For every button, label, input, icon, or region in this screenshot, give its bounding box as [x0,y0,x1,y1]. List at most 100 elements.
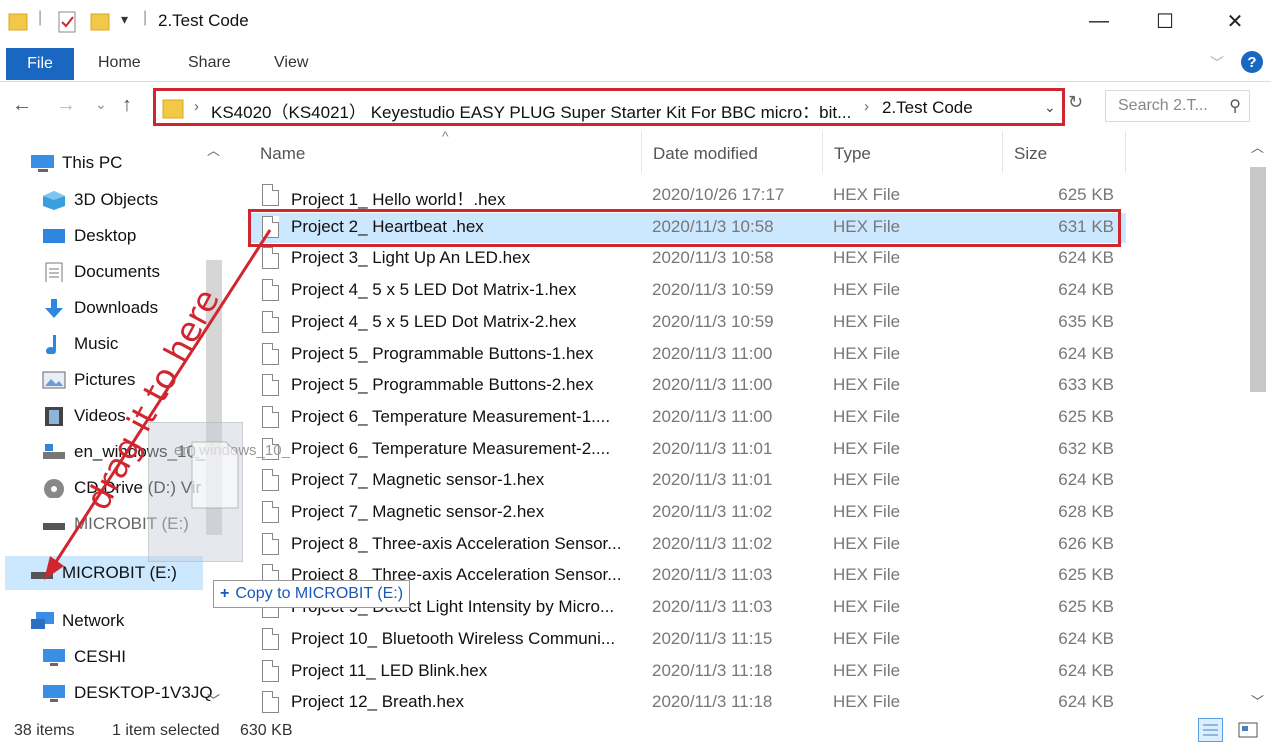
file-list-scroll-thumb[interactable] [1250,167,1266,392]
help-icon[interactable]: ? [1241,51,1263,73]
file-row[interactable]: Project 5_ Programmable Buttons-2.hex 202… [248,371,1126,401]
file-row[interactable]: Project 1_ Hello world！.hex 2020/10/26 17… [248,181,1126,211]
chevron-down-icon[interactable]: ﹀ [1210,53,1224,73]
minimize-button[interactable]: — [1076,6,1122,36]
tab-file[interactable]: File [6,48,74,80]
file-date: 2020/10/26 17:17 [652,185,785,204]
search-input[interactable]: Search 2.T... ⚲ [1105,90,1250,122]
sidebar-item-ceshi[interactable]: CESHI [42,642,126,672]
column-header-type[interactable]: Type [834,144,871,164]
file-name: Project 4_ 5 x 5 LED Dot Matrix-2.hex [291,312,577,331]
file-row[interactable]: Project 4_ 5 x 5 LED Dot Matrix-1.hex 202… [248,276,1126,306]
sidebar-item-microbit-target[interactable]: MICROBIT (E:) [30,558,177,588]
tiles-view-icon [1238,722,1258,738]
documents-icon [45,262,63,282]
file-type: HEX File [833,407,901,426]
file-icon [262,469,279,491]
file-row[interactable]: Project 5_ Programmable Buttons-1.hex 202… [248,340,1126,370]
file-date: 2020/11/3 11:02 [652,502,773,521]
file-type: HEX File [833,280,901,299]
sidebar-item-desktop-1v3jq[interactable]: DESKTOP-1V3JQ [42,678,213,708]
column-header-name[interactable]: Name [260,144,305,164]
file-row[interactable]: Project 11_ LED Blink.hex 2020/11/3 11:18… [248,657,1126,687]
file-size: 633 KB [1058,375,1114,394]
file-date: 2020/11/3 11:03 [652,565,773,584]
sidebar-item-downloads[interactable]: Downloads [42,293,158,323]
new-folder-icon[interactable] [90,10,110,32]
file-type: HEX File [833,629,901,648]
breadcrumb-item[interactable]: KS4020（KS4021） Keyestudio EASY PLUG Supe… [211,98,851,123]
maximize-button[interactable]: ☐ [1142,6,1188,36]
drag-file-icon [191,441,239,509]
address-bar[interactable]: › KS4020（KS4021） Keyestudio EASY PLUG Su… [153,88,1065,126]
file-type: HEX File [833,248,901,267]
file-date: 2020/11/3 11:18 [652,661,773,680]
forward-button[interactable]: → [56,94,76,117]
breadcrumb-item[interactable]: 2.Test Code [882,98,973,118]
tab-home[interactable]: Home [98,54,141,72]
file-type: HEX File [833,597,901,616]
status-bar: 38 items 1 item selected 630 KB [0,716,1271,745]
sidebar-item-label: Music [74,334,119,353]
quick-access-dropdown-icon[interactable]: ▾ [121,11,128,28]
videos-icon [45,407,63,426]
chevron-up-icon[interactable]: ︿ [1251,137,1264,156]
file-icon [262,374,279,396]
file-type: HEX File [833,565,901,584]
file-row[interactable]: Project 6_ Temperature Measurement-1....… [248,403,1126,433]
sidebar-item-music[interactable]: Music [42,329,118,359]
file-date: 2020/11/3 11:03 [652,597,773,616]
file-row[interactable]: Project 4_ 5 x 5 LED Dot Matrix-2.hex 202… [248,308,1126,338]
details-view-button[interactable] [1198,718,1223,742]
file-row[interactable]: Project 10_ Bluetooth Wireless Communi..… [248,625,1126,655]
file-row[interactable]: Project 8_ Three-axis Acceleration Senso… [248,530,1126,560]
file-row[interactable]: Project 6_ Temperature Measurement-2....… [248,435,1126,465]
sidebar-item-label: 3D Objects [74,190,159,209]
file-size: 624 KB [1058,692,1114,711]
chevron-down-icon[interactable]: ﹀ [207,690,220,709]
file-row[interactable]: Project 3_ Light Up An LED.hex 2020/11/3 … [248,244,1126,274]
tab-view[interactable]: View [274,54,308,72]
sidebar-item-documents[interactable]: Documents [42,257,160,287]
file-row[interactable]: Project 12_ Breath.hex 2020/11/3 11:18 HEX… [248,688,1126,718]
chevron-up-icon[interactable]: ︿ [207,140,220,159]
sidebar-item-label: Documents [74,262,160,281]
ribbon-tabs: File Home Share View [0,44,1271,82]
annotation-highlight-box [248,209,1121,247]
column-header-size[interactable]: Size [1014,144,1047,164]
status-size: 630 KB [240,722,293,739]
chevron-down-icon[interactable]: ﹀ [1251,691,1264,710]
file-date: 2020/11/3 11:01 [652,439,773,458]
refresh-icon[interactable]: ↻ [1068,92,1083,113]
file-icon [262,247,279,269]
sidebar-item-network[interactable]: Network [30,606,124,636]
sidebar-item-label: CESHI [74,647,126,666]
file-list-scrollbar[interactable]: ︿ ﹀ [1247,131,1269,716]
sidebar-item-label: Network [62,611,125,630]
file-size: 625 KB [1058,407,1114,426]
tab-share[interactable]: Share [188,54,231,72]
file-name: Project 5_ Programmable Buttons-1.hex [291,344,594,363]
back-button[interactable]: ← [12,94,32,117]
address-dropdown-icon[interactable]: ⌄ [1044,99,1056,116]
up-button[interactable]: ↑ [122,94,132,117]
sort-indicator-icon: ^ [442,128,449,144]
sidebar-item-desktop[interactable]: Desktop [42,221,136,251]
file-name: Project 3_ Light Up An LED.hex [291,248,531,267]
file-row[interactable]: Project 7_ Magnetic sensor-1.hex 2020/11/… [248,466,1126,496]
file-name: Project 12_ Breath.hex [291,692,464,711]
column-header-date[interactable]: Date modified [653,144,758,164]
properties-icon[interactable] [56,10,78,34]
file-row[interactable]: Project 7_ Magnetic sensor-2.hex 2020/11/… [248,498,1126,528]
sidebar-item-videos[interactable]: Videos [42,401,126,431]
file-size: 625 KB [1058,185,1114,204]
music-icon [46,335,56,354]
sidebar-item-this-pc[interactable]: This PC [30,148,122,178]
recent-locations-button[interactable]: ⌄ [95,96,107,113]
sidebar-item-pictures[interactable]: Pictures [42,365,135,395]
large-icons-view-button[interactable] [1237,720,1259,740]
computer-icon [43,685,65,702]
file-size: 625 KB [1058,565,1114,584]
sidebar-item-3d-objects[interactable]: 3D Objects [42,185,158,215]
close-button[interactable]: ✕ [1212,6,1258,36]
